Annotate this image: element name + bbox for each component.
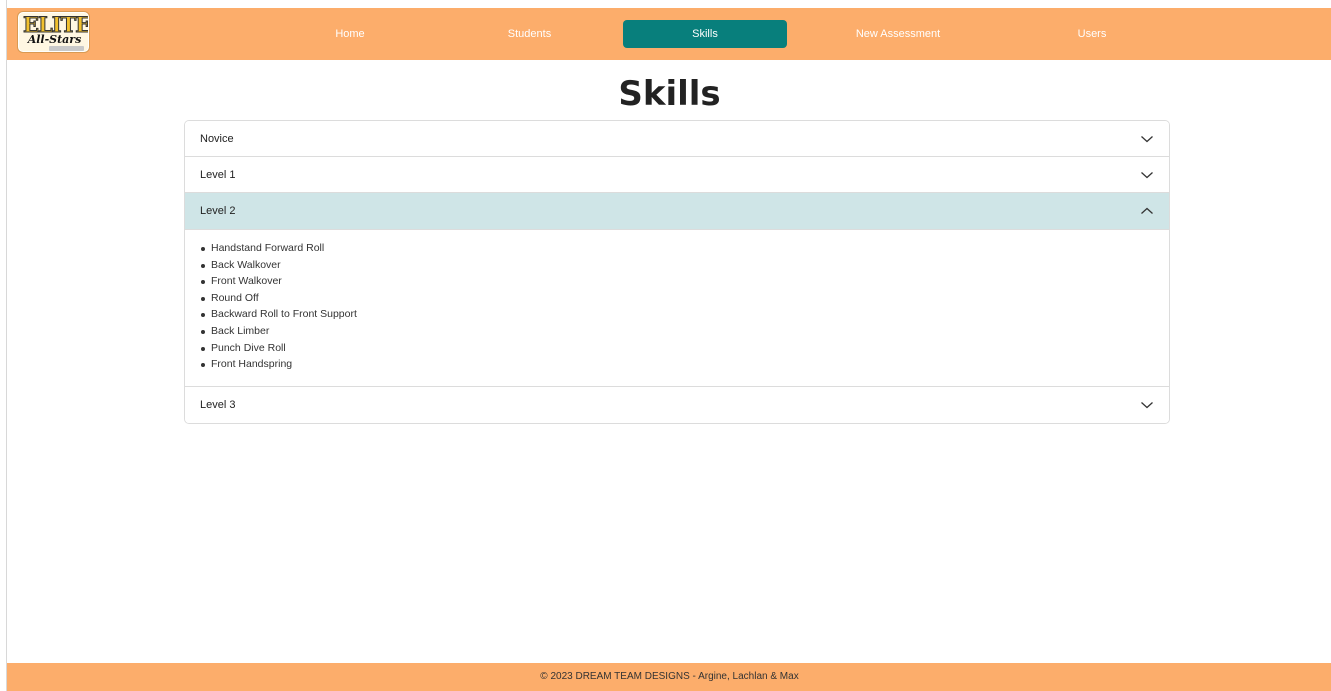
footer-copyright: © 2023 DREAM TEAM DESIGNS - Argine, Lach… [540, 671, 799, 682]
accordion-title: Novice [200, 132, 234, 145]
skill-item: Handstand Forward Roll [199, 240, 1169, 257]
accordion-header-level-3[interactable]: Level 3 [185, 387, 1169, 423]
skill-item: Back Limber [199, 323, 1169, 340]
skill-item: Front Handspring [199, 356, 1169, 373]
skill-item: Back Walkover [199, 257, 1169, 274]
accordion-header-level-2[interactable]: Level 2 [185, 193, 1169, 230]
accordion-title: Level 3 [200, 399, 236, 411]
logo-decoration [49, 46, 84, 51]
accordion-body-level-2: Handstand Forward Roll Back Walkover Fro… [185, 230, 1169, 387]
accordion-title: Level 1 [200, 168, 236, 181]
footer: © 2023 DREAM TEAM DESIGNS - Argine, Lach… [7, 663, 1331, 691]
skill-item: Round Off [199, 290, 1169, 307]
accordion-title: Level 2 [200, 205, 236, 217]
app-frame: ELITE All-Stars Home Students Skills New… [6, 0, 1331, 691]
accordion-header-level-1[interactable]: Level 1 [185, 157, 1169, 193]
chevron-up-icon [1141, 207, 1153, 214]
top-navbar: ELITE All-Stars Home Students Skills New… [7, 8, 1331, 60]
nav-skills[interactable]: Skills [623, 20, 787, 48]
nav-students[interactable]: Students [448, 20, 611, 48]
logo-subtitle: All-Stars [27, 33, 82, 46]
nav-home[interactable]: Home [269, 20, 431, 48]
skills-accordion: Novice Level 1 Level 2 Handstand Forward… [184, 120, 1170, 424]
elite-all-stars-logo[interactable]: ELITE All-Stars [18, 12, 89, 52]
chevron-down-icon [1141, 135, 1153, 142]
skill-item: Punch Dive Roll [199, 340, 1169, 357]
nav-new-assessment[interactable]: New Assessment [816, 20, 980, 48]
chevron-down-icon [1141, 171, 1153, 178]
page-title: Skills [618, 74, 721, 114]
nav-users[interactable]: Users [1010, 20, 1174, 48]
chevron-down-icon [1141, 402, 1153, 409]
skill-item: Backward Roll to Front Support [199, 306, 1169, 323]
skills-list: Handstand Forward Roll Back Walkover Fro… [185, 240, 1169, 373]
skill-item: Front Walkover [199, 273, 1169, 290]
accordion-header-novice[interactable]: Novice [185, 121, 1169, 157]
